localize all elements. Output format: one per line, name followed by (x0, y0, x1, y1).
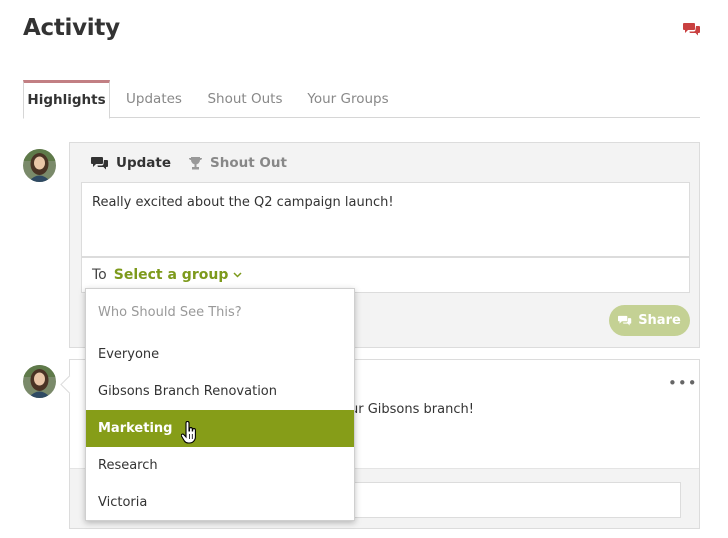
update-text-input[interactable]: Really excited about the Q2 campaign lau… (81, 182, 690, 257)
dropdown-item-marketing[interactable]: Marketing (86, 410, 354, 447)
more-options-icon[interactable]: ••• (668, 374, 698, 392)
hand-cursor-icon (181, 421, 196, 444)
dropdown-item-everyone[interactable]: Everyone (86, 336, 354, 373)
avatar[interactable] (23, 365, 56, 398)
tab-shout-outs[interactable]: Shout Outs (203, 80, 287, 118)
dropdown-item-gibsons-branch-renovation[interactable]: Gibsons Branch Renovation (86, 373, 354, 410)
composer-tab-shout-out-label: Shout Out (210, 155, 287, 171)
tab-your-groups[interactable]: Your Groups (303, 80, 393, 118)
dropdown-item-victoria[interactable]: Victoria (86, 484, 354, 521)
trophy-icon (189, 156, 202, 169)
user-photo-icon (23, 149, 56, 182)
chat-bubbles-icon[interactable] (683, 22, 701, 36)
tab-highlights[interactable]: Highlights (23, 80, 110, 119)
user-photo-icon (23, 365, 56, 398)
comment-input[interactable] (345, 482, 681, 518)
composer-tab-update[interactable]: Update (91, 153, 171, 173)
composer-tab-shout-out[interactable]: Shout Out (188, 153, 287, 173)
activity-tabs: Highlights Updates Shout Outs Your Group… (23, 80, 700, 119)
chat-bubbles-icon (618, 315, 632, 326)
group-dropdown: Who Should See This? Everyone Gibsons Br… (85, 288, 355, 521)
share-button[interactable]: Share (609, 305, 690, 336)
to-label: To (92, 267, 107, 283)
dropdown-header: Who Should See This? (98, 305, 242, 320)
dropdown-item-research[interactable]: Research (86, 447, 354, 484)
avatar[interactable] (23, 149, 56, 182)
share-button-label: Share (638, 313, 681, 328)
post-text: ur Gibsons branch! (350, 402, 474, 417)
composer-tab-update-label: Update (116, 155, 172, 171)
chat-bubbles-icon (91, 157, 108, 170)
group-select[interactable]: Select a group (114, 267, 243, 283)
page-title: Activity (23, 15, 120, 41)
group-select-label: Select a group (113, 267, 229, 283)
tab-updates[interactable]: Updates (117, 80, 191, 118)
chevron-down-icon (233, 272, 242, 278)
